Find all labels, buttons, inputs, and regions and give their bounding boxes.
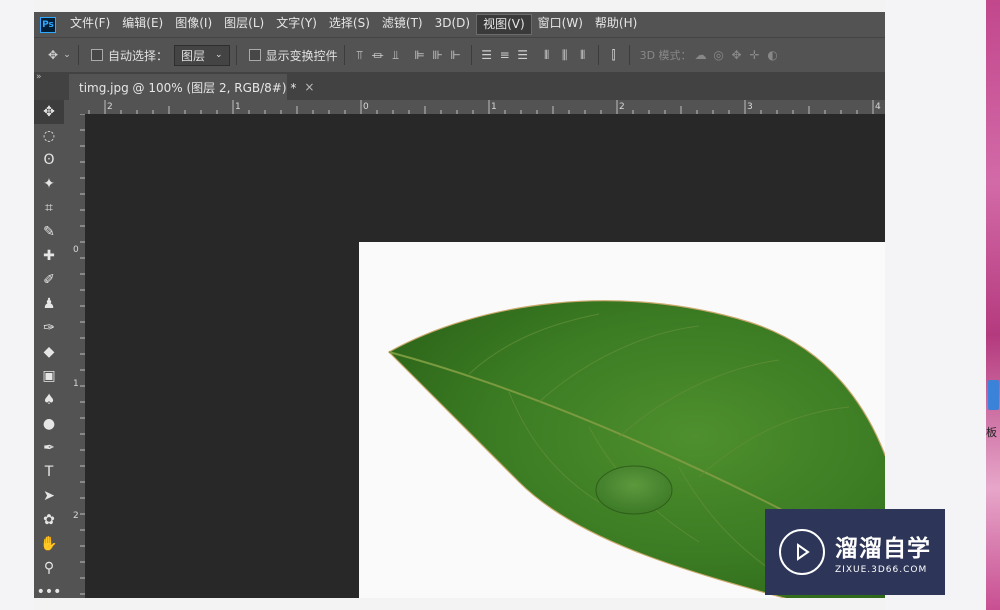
history-brush-tool-icon[interactable]: ✑ <box>34 316 64 340</box>
marquee-tool-icon[interactable]: ◌ <box>34 124 64 148</box>
align-bottom-icon[interactable]: ⫫ <box>387 46 405 64</box>
align-right-icon[interactable]: ⊩ <box>447 46 465 64</box>
3d-pan-icon[interactable]: ✥ <box>728 46 746 64</box>
stamp-tool-icon[interactable]: ♟ <box>34 292 64 316</box>
ruler-label: 1 <box>73 379 79 389</box>
type-tool-icon[interactable]: T <box>34 460 64 484</box>
menu-item-10[interactable]: 帮助(H) <box>589 14 643 33</box>
document-tab-title: timg.jpg @ 100% (图层 2, RGB/8#) * <box>79 80 297 95</box>
distribute-center-icon[interactable]: ≡ <box>496 46 514 64</box>
ruler-label: 1 <box>491 102 497 112</box>
zoom-tool-icon[interactable]: ⚲ <box>34 556 64 580</box>
menu-bar: Ps 文件(F) 编辑(E) 图像(I) 图层(L) 文字(Y) 选择(S) 滤镜(T) 3D… <box>34 12 885 37</box>
watermark-badge: 溜溜自学 ZIXUE.3D66.COM <box>765 509 945 595</box>
tools-panel: ✥ ◌ ʘ ✦ ⌗ ✎ ✚ ✐ ♟ ✑ ◆ ▣ ♠ ● ✒ T ➤ ✿ ✋ ⚲ ••• <box>34 100 64 598</box>
eyedropper-tool-icon[interactable]: ✎ <box>34 220 64 244</box>
auto-select-dropdown[interactable]: 图层 ⌄ <box>174 44 230 66</box>
menu-item-0[interactable]: 文件(F) <box>64 14 116 33</box>
distribute-top-icon[interactable]: ☰ <box>478 46 496 64</box>
path-selection-tool-icon[interactable]: ➤ <box>34 484 64 508</box>
healing-brush-tool-icon[interactable]: ✚ <box>34 244 64 268</box>
align-horizontal-center-icon[interactable]: ⊪ <box>429 46 447 64</box>
panel-collapse-icon[interactable]: » <box>34 72 50 100</box>
photoshop-window: Ps 文件(F) 编辑(E) 图像(I) 图层(L) 文字(Y) 选择(S) 滤镜(T) 3D… <box>34 12 885 598</box>
desktop-side-char: 板 <box>986 426 997 439</box>
menu-item-2[interactable]: 图像(I) <box>169 14 218 33</box>
ruler-label: 0 <box>73 245 79 255</box>
horizontal-ruler-ticks: 2 1 0 1 2 3 4 <box>88 100 881 114</box>
chevron-down-icon[interactable]: ⌄ <box>62 46 72 64</box>
menu-item-1[interactable]: 编辑(E) <box>116 14 169 33</box>
photoshop-logo-icon: Ps <box>40 16 56 33</box>
hand-tool-icon[interactable]: ✋ <box>34 532 64 556</box>
move-tool-icon[interactable]: ✥ <box>44 46 62 64</box>
crop-tool-icon[interactable]: ⌗ <box>34 196 64 220</box>
horizontal-ruler[interactable]: 2 1 0 1 2 3 4 <box>85 100 885 115</box>
gradient-tool-icon[interactable]: ▣ <box>34 364 64 388</box>
brush-tool-icon[interactable]: ✐ <box>34 268 64 292</box>
distribute-bottom-icon[interactable]: ☰ <box>514 46 532 64</box>
ruler-label: 2 <box>73 511 79 521</box>
dropdown-chevron-icon: ⌄ <box>215 50 223 60</box>
more-tools-icon[interactable]: ••• <box>34 580 64 598</box>
menu-item-6[interactable]: 滤镜(T) <box>376 14 429 33</box>
align-vertical-center-icon[interactable]: ⏛ <box>369 46 387 64</box>
align-top-icon[interactable]: ⫪ <box>351 46 369 64</box>
distribute-left-icon[interactable]: ⦀ <box>538 46 556 64</box>
align-left-icon[interactable]: ⊫ <box>411 46 429 64</box>
dodge-tool-icon[interactable]: ● <box>34 412 64 436</box>
ruler-label: 1 <box>235 102 241 112</box>
menu-item-5[interactable]: 选择(S) <box>323 14 376 33</box>
ruler-label: 3 <box>747 102 753 112</box>
move-tool-icon[interactable]: ✥ <box>34 100 64 124</box>
blur-tool-icon[interactable]: ♠ <box>34 388 64 412</box>
3d-slide-icon[interactable]: ✛ <box>746 46 764 64</box>
desktop-side-tab[interactable] <box>988 380 999 410</box>
desktop-wallpaper-strip <box>986 0 1000 610</box>
ruler-label: 2 <box>619 102 625 112</box>
vertical-ruler-ticks: 0 1 2 <box>73 114 85 595</box>
ruler-label: 4 <box>875 102 881 112</box>
shape-tool-icon[interactable]: ✿ <box>34 508 64 532</box>
pen-tool-icon[interactable]: ✒ <box>34 436 64 460</box>
watermark-title: 溜溜自学 <box>835 536 931 562</box>
3d-scale-icon[interactable]: ◐ <box>764 46 782 64</box>
document-tab[interactable]: timg.jpg @ 100% (图层 2, RGB/8#) * × <box>69 74 314 100</box>
show-transform-checkbox[interactable] <box>248 49 261 61</box>
play-logo-icon <box>779 529 825 575</box>
options-bar: ✥ ⌄ 自动选择： 图层 ⌄ 显示变换控件 ⫪ ⏛ ⫫ ⊫ ⊪ ⊩ ☰ ≡ ☰ … <box>34 37 885 73</box>
watermark-subtitle: ZIXUE.3D66.COM <box>835 565 928 575</box>
magic-wand-tool-icon[interactable]: ✦ <box>34 172 64 196</box>
3d-mode-label: 3D 模式： <box>639 49 692 62</box>
menu-item-7[interactable]: 3D(D) <box>429 14 476 33</box>
ruler-label: 0 <box>363 102 369 112</box>
menu-item-3[interactable]: 图层(L) <box>218 14 270 33</box>
menu-item-4[interactable]: 文字(Y) <box>270 14 323 33</box>
close-icon[interactable]: × <box>304 80 314 94</box>
auto-select-checkbox[interactable] <box>91 49 103 61</box>
3d-roll-icon[interactable]: ◎ <box>710 46 728 64</box>
3d-orbit-icon[interactable]: ☁ <box>692 46 710 64</box>
desktop-background-left <box>0 0 34 610</box>
auto-align-icon[interactable]: ⫿ <box>605 46 623 64</box>
distribute-hcenter-icon[interactable]: ⫼ <box>556 46 574 64</box>
distribute-right-icon[interactable]: ⦀ <box>574 46 592 64</box>
ruler-origin[interactable] <box>71 100 85 114</box>
document-tab-row: » timg.jpg @ 100% (图层 2, RGB/8#) * × <box>34 72 885 100</box>
show-transform-label: 显示变换控件 <box>265 48 338 63</box>
auto-select-value: 图层 <box>181 48 206 63</box>
ruler-label: 2 <box>107 102 113 112</box>
menu-item-8[interactable]: 视图(V) <box>476 14 532 35</box>
menu-item-9[interactable]: 窗口(W) <box>532 14 589 33</box>
eraser-tool-icon[interactable]: ◆ <box>34 340 64 364</box>
auto-select-label: 自动选择： <box>108 48 169 63</box>
lasso-tool-icon[interactable]: ʘ <box>34 148 64 172</box>
vertical-ruler[interactable]: 0 1 2 <box>71 114 86 598</box>
